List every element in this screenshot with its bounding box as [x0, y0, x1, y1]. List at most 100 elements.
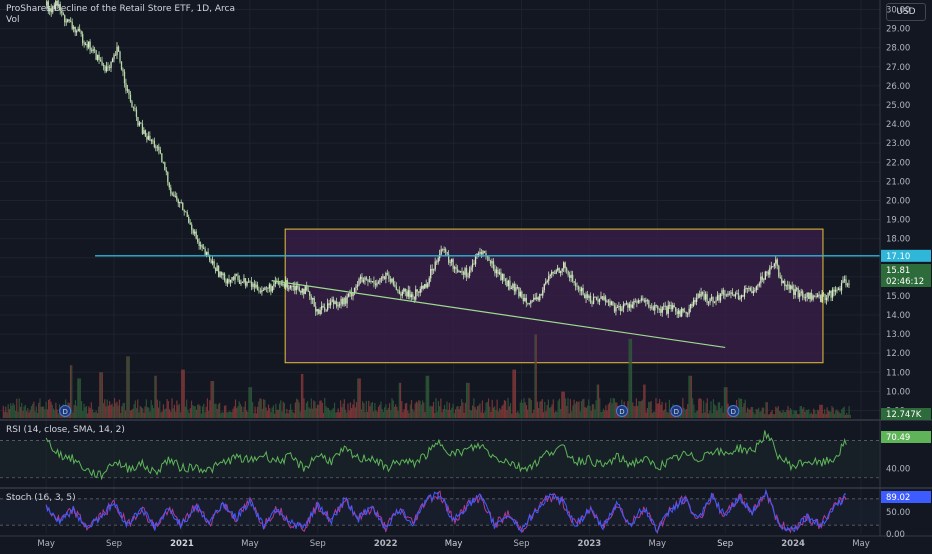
candle-body: [304, 286, 306, 295]
candle-body: [642, 298, 644, 301]
volume-bar: [142, 408, 144, 418]
volume-bar: [242, 411, 244, 418]
candle-body: [147, 135, 150, 140]
candle-body: [282, 283, 284, 285]
candle-body: [189, 222, 191, 225]
candle-body: [291, 285, 293, 287]
price-tick-label: 24.00: [886, 120, 910, 130]
candle-body: [694, 300, 696, 302]
candle-body: [332, 299, 335, 305]
volume-bar: [426, 375, 429, 418]
volume-bar: [435, 398, 437, 418]
volume-bar: [182, 369, 184, 418]
volume-bar: [248, 387, 250, 418]
chart-svg[interactable]: D D D D30.0029.0028.0027.0026.0025.0024.002…: [0, 0, 932, 550]
candle-body: [467, 275, 469, 277]
volume-bar: [210, 381, 212, 418]
candle-body: [787, 284, 789, 286]
candle-body: [764, 271, 767, 280]
volume-bar: [542, 412, 545, 418]
candle-body: [325, 309, 327, 311]
volume-bar: [188, 412, 190, 418]
candle-body: [722, 290, 725, 295]
candle-body: [92, 49, 94, 52]
volume-bar: [803, 407, 805, 418]
candle-body: [591, 302, 593, 304]
volume-bar: [308, 407, 310, 418]
candle-body: [407, 290, 409, 297]
volume-bar: [714, 404, 716, 418]
candle-body: [834, 289, 837, 292]
volume-bar: [423, 402, 425, 418]
volume-bar: [173, 404, 176, 418]
candle-body: [536, 297, 538, 300]
candle-body: [273, 284, 275, 287]
candle-body: [283, 283, 285, 287]
volume-bar: [319, 400, 321, 418]
volume-bar: [93, 412, 95, 418]
price-tick-label: 10.00: [886, 387, 910, 397]
candle-body: [612, 301, 614, 306]
candle-body: [394, 284, 396, 287]
candle-body: [537, 297, 539, 300]
volume-bar: [588, 399, 590, 418]
candle-body: [833, 289, 835, 292]
volume-bar: [670, 413, 672, 418]
volume-bar: [11, 405, 13, 418]
volume-bar: [326, 407, 328, 418]
volume-bar: [813, 408, 815, 418]
volume-bar: [398, 382, 400, 418]
volume-bar: [344, 409, 347, 418]
volume-bar: [597, 384, 600, 418]
volume-bar: [357, 378, 359, 418]
stoch-tick-label: 50.00: [886, 508, 910, 518]
stoch-legend[interactable]: Stoch (16, 3, 5): [6, 493, 76, 503]
volume-bar: [780, 411, 782, 418]
rsi-band: [0, 440, 880, 478]
volume-bar: [578, 401, 580, 418]
candle-body: [409, 290, 411, 298]
currency-button[interactable]: USD: [886, 3, 926, 21]
candle-body: [622, 304, 625, 309]
volume-bar: [507, 397, 509, 418]
volume-bar: [501, 406, 503, 418]
volume-bar: [313, 400, 315, 418]
volume-bar: [494, 406, 496, 418]
volume-bar: [299, 411, 301, 418]
candle-body: [456, 269, 459, 272]
candle-body: [229, 279, 232, 283]
volume-bar: [819, 404, 821, 418]
volume-bar: [285, 413, 287, 418]
candle-body: [401, 291, 404, 296]
volume-bar: [181, 369, 183, 418]
candle-body: [171, 193, 173, 195]
candle-body: [376, 283, 378, 286]
price-tick-label: 25.00: [886, 101, 910, 111]
volume-bar: [495, 410, 497, 418]
volume-bar: [366, 411, 369, 418]
volume-bar: [773, 414, 776, 418]
candle-body: [249, 281, 251, 283]
candle-body: [244, 278, 247, 286]
volume-bar: [540, 400, 542, 418]
volume-bar: [99, 372, 101, 418]
volume-bar: [341, 407, 343, 418]
volume-bar: [314, 401, 316, 418]
candle-body: [340, 298, 342, 305]
volume-bar: [391, 398, 393, 418]
volume-bar: [430, 405, 432, 418]
volume-bar: [607, 404, 609, 418]
volume-bar: [349, 402, 352, 418]
volume-bar: [201, 406, 204, 418]
candle-body: [237, 275, 239, 281]
symbol-title: ProShares Decline of the Retail Store ET…: [6, 4, 236, 14]
rsi-legend[interactable]: RSI (14, close, SMA, 14, 2): [6, 425, 125, 435]
volume-bar: [612, 397, 614, 418]
candle-body: [745, 288, 747, 290]
volume-bar: [275, 403, 277, 418]
volume-bar: [129, 410, 132, 418]
candle-body: [530, 300, 532, 304]
volume-bar: [401, 400, 403, 418]
candle-body: [219, 271, 221, 277]
candle-body: [164, 162, 166, 171]
